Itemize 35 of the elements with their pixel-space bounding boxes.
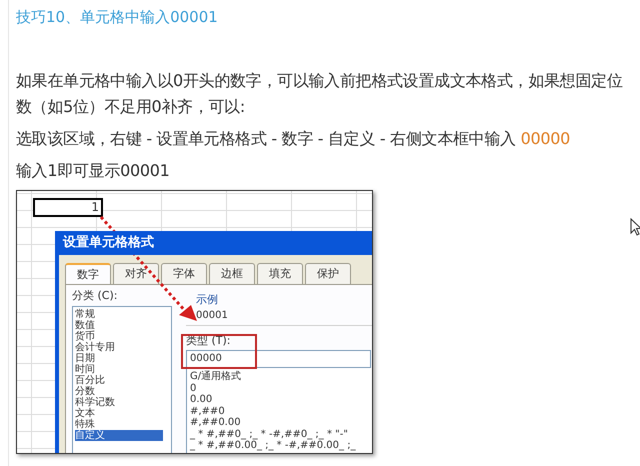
category-item[interactable]: 科学记数 (75, 397, 163, 408)
sample-label: 示例 (196, 293, 219, 307)
dialog-tab[interactable]: 保护 (305, 263, 351, 284)
category-item[interactable]: 自定义 (75, 430, 163, 441)
type-input-field[interactable]: 00000 (186, 350, 371, 368)
format-item[interactable]: 0.00 (190, 394, 212, 406)
format-item[interactable]: _ * #,##0_ ;_ * -#,##0_ ;_ * "-" (190, 428, 348, 440)
article-title: 技巧10、单元格中输入00001 (16, 7, 219, 28)
mouse-pointer-icon (630, 218, 640, 236)
category-item[interactable]: 数值 (75, 320, 163, 331)
intro-paragraph: 如果在单元格中输入以0开头的数字，可以输入前把格式设置成文本格式，如果想固定位数（如5位）不足用0补齐，可以: (16, 70, 624, 118)
dialog-tab[interactable]: 填充 (257, 263, 303, 284)
dialog-tab[interactable]: 数字 (65, 263, 111, 284)
selected-cell: 1 (33, 198, 103, 217)
category-item[interactable]: 时间 (75, 364, 163, 375)
category-item[interactable]: 常规 (75, 309, 163, 320)
category-item[interactable]: 分数 (75, 386, 163, 397)
category-item[interactable]: 会计专用 (75, 342, 163, 353)
dialog-tab[interactable]: 对齐 (113, 263, 159, 284)
format-item[interactable]: _ * #,##0.00_ ;_ * -#,##0.00_ ;_ (190, 440, 356, 452)
steps-paragraph: 选取该区域，右键 - 设置单元格格式 - 数字 - 自定义 - 右侧文本框中输入 00000 (16, 128, 571, 150)
category-item[interactable]: 百分比 (75, 375, 163, 386)
dialog-title: 设置单元格格式 (55, 231, 154, 255)
category-item[interactable]: 文本 (75, 408, 163, 419)
category-label: 分类 (C): (72, 289, 118, 303)
result-paragraph: 输入1即可显示00001 (16, 160, 170, 182)
format-item[interactable]: G/通用格式 (190, 371, 242, 382)
format-item[interactable]: 0 (190, 382, 196, 394)
dialog-tab[interactable]: 边框 (209, 263, 255, 284)
category-item[interactable]: 特殊 (75, 419, 163, 430)
format-item[interactable]: #,##0 (190, 406, 225, 417)
category-item[interactable]: 日期 (75, 353, 163, 364)
dialog-tab[interactable]: 字体 (161, 263, 207, 284)
category-item[interactable]: 货币 (75, 331, 163, 342)
format-item[interactable]: #,##0.00 (190, 417, 241, 428)
